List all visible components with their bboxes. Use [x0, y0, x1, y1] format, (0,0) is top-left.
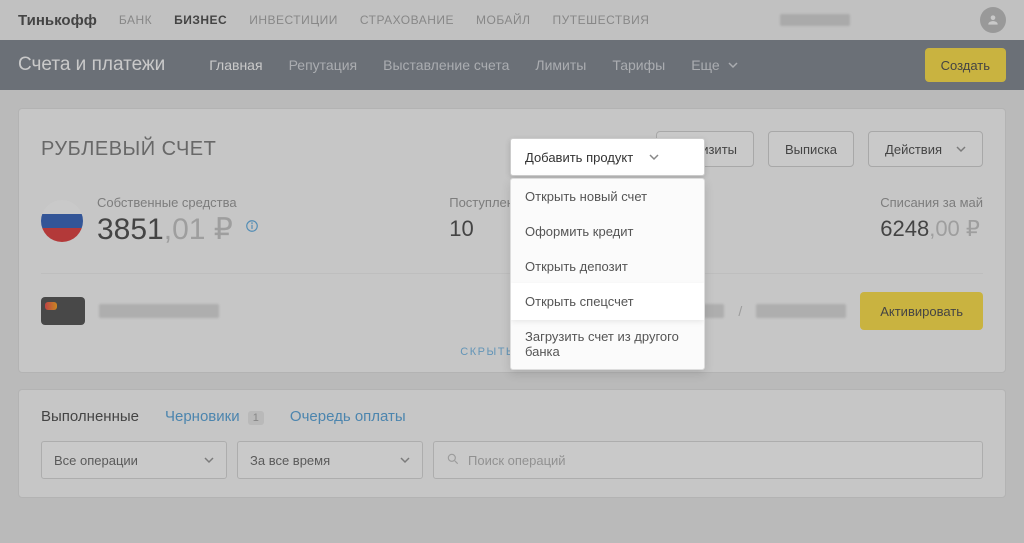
card-holder-redacted [99, 304, 219, 318]
info-icon[interactable] [245, 219, 259, 233]
subnav-item-tariffs[interactable]: Тарифы [612, 57, 665, 73]
subnav-item-limits[interactable]: Лимиты [535, 57, 586, 73]
search-icon [446, 452, 460, 469]
menu-item-deposit[interactable]: Открыть депозит [511, 249, 704, 284]
subnav-item-invoice[interactable]: Выставление счета [383, 57, 509, 73]
operations-card: Выполненные Черновики 1 Очередь оплаты В… [18, 389, 1006, 498]
tab-drafts-label: Черновики [165, 408, 240, 425]
bank-card-icon[interactable] [41, 297, 85, 325]
tab-completed[interactable]: Выполненные [41, 408, 139, 425]
filter-type-label: Все операции [54, 453, 138, 468]
chevron-down-icon [649, 150, 659, 165]
slash-divider: / [738, 303, 742, 319]
menu-item-import-account[interactable]: Загрузить счет из другого банка [511, 319, 704, 369]
topnav-item-mobile[interactable]: МОБАЙЛ [476, 13, 530, 27]
subnav-item-main[interactable]: Главная [209, 57, 262, 73]
filter-time-select[interactable]: За все время [237, 441, 423, 479]
subnav-item-more[interactable]: Еще [691, 57, 737, 73]
chevron-down-icon [204, 453, 214, 468]
menu-item-new-account[interactable]: Открыть новый счет [511, 179, 704, 214]
actions-button-label: Действия [885, 142, 942, 157]
card-exp-redacted [756, 304, 846, 318]
top-nav: Тинькофф БАНК БИЗНЕС ИНВЕСТИЦИИ СТРАХОВА… [0, 0, 1024, 40]
subnav-item-reputation[interactable]: Репутация [289, 57, 358, 73]
topnav-item-bank[interactable]: БАНК [119, 13, 152, 27]
drafts-count-badge: 1 [248, 411, 264, 425]
actions-button[interactable]: Действия [868, 131, 983, 167]
tab-drafts[interactable]: Черновики 1 [165, 408, 264, 425]
add-product-button[interactable]: Добавить продукт [510, 138, 705, 176]
topnav-item-travel[interactable]: ПУТЕШЕСТВИЯ [552, 13, 649, 27]
outflow-label: Списания за май [880, 195, 983, 210]
avatar[interactable] [980, 7, 1006, 33]
tab-queue[interactable]: Очередь оплаты [290, 408, 406, 425]
username-redacted [780, 14, 850, 26]
topnav-item-insurance[interactable]: СТРАХОВАНИЕ [360, 13, 454, 27]
menu-item-special-account[interactable]: Открыть спецсчет [511, 284, 704, 319]
menu-item-credit[interactable]: Оформить кредит [511, 214, 704, 249]
chevron-down-icon [728, 57, 738, 73]
topnav-item-business[interactable]: БИЗНЕС [174, 13, 227, 27]
chevron-down-icon [400, 453, 410, 468]
add-product-menu: Открыть новый счет Оформить кредит Откры… [510, 178, 705, 370]
own-funds-amount: 3851,01 ₽ [97, 212, 259, 247]
topnav-item-invest[interactable]: ИНВЕСТИЦИИ [249, 13, 338, 27]
add-product-dropdown: Добавить продукт Открыть новый счет Офор… [510, 138, 705, 370]
search-placeholder: Поиск операций [468, 453, 566, 468]
account-title: РУБЛЕВЫЙ СЧЕТ [41, 138, 486, 161]
activate-button[interactable]: Активировать [860, 292, 983, 330]
sub-nav: Счета и платежи Главная Репутация Выстав… [0, 40, 1024, 90]
outflow-amount: 6248,00 ₽ [880, 216, 983, 242]
logo: Тинькофф [18, 12, 97, 29]
own-funds-label: Собственные средства [97, 195, 259, 210]
create-button[interactable]: Создать [925, 48, 1006, 82]
page-title: Счета и платежи [18, 54, 165, 76]
chevron-down-icon [956, 142, 966, 157]
currency-flag-rub [41, 200, 83, 242]
statement-button[interactable]: Выписка [768, 131, 854, 167]
subnav-item-more-label: Еще [691, 57, 720, 73]
search-operations-input[interactable]: Поиск операций [433, 441, 983, 479]
add-product-label: Добавить продукт [525, 150, 633, 165]
filter-type-select[interactable]: Все операции [41, 441, 227, 479]
filter-time-label: За все время [250, 453, 330, 468]
user-icon [986, 13, 1000, 27]
